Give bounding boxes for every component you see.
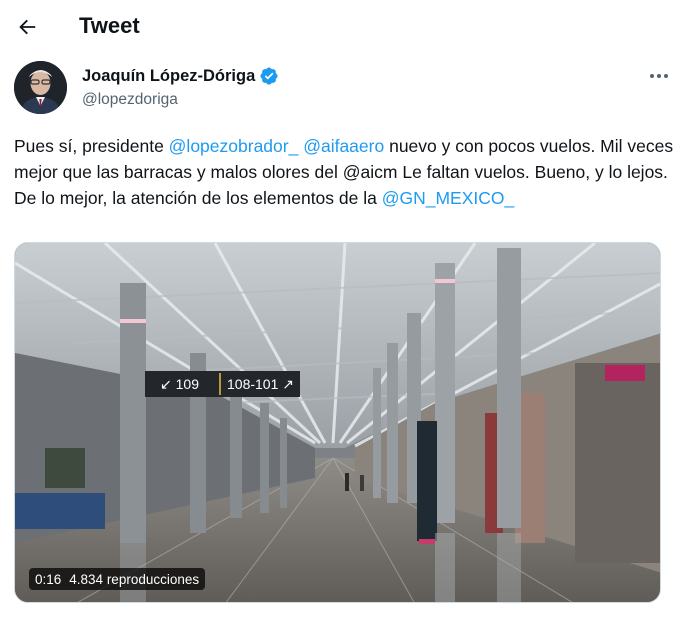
top-bar: Tweet xyxy=(0,0,692,56)
arrow-left-icon xyxy=(19,19,36,35)
video-player[interactable]: ↙ 109 108-101 ↗ 0:16 4.834 reproduccione… xyxy=(14,242,661,603)
airport-video-thumbnail: ↙ 109 108-101 ↗ xyxy=(15,243,660,602)
video-duration: 0:16 xyxy=(35,571,62,587)
mention-link[interactable]: @GN_MEXICO_ xyxy=(382,188,515,208)
verified-badge-icon xyxy=(260,67,278,85)
avatar[interactable] xyxy=(14,61,67,114)
author-row: Joaquín López-Dóriga @lopezdoriga xyxy=(14,61,678,117)
tweet-text: Pues sí, presidente @lopezobrador_ @aifa… xyxy=(14,133,674,211)
page-title: Tweet xyxy=(79,13,140,38)
video-views: 4.834 reproducciones xyxy=(69,571,200,587)
more-options-button[interactable] xyxy=(644,63,674,89)
more-horizontal-icon xyxy=(650,74,668,78)
mention-link[interactable]: @lopezobrador_ xyxy=(169,136,299,156)
back-button[interactable] xyxy=(10,10,44,44)
video-info-badge: 0:16 4.834 reproducciones xyxy=(29,568,206,590)
avatar-image xyxy=(14,61,67,114)
sign-right-label: 108-101 ↗ xyxy=(227,376,294,392)
mention-link[interactable]: @aifaaero xyxy=(303,136,384,156)
author-name-text: Joaquín López-Dóriga xyxy=(82,66,256,85)
sign-left-label: ↙ 109 xyxy=(160,376,199,392)
tweet-text-segment: Pues sí, presidente xyxy=(14,136,169,156)
author-handle[interactable]: @lopezdoriga xyxy=(82,91,178,109)
author-name[interactable]: Joaquín López-Dóriga xyxy=(82,66,279,86)
